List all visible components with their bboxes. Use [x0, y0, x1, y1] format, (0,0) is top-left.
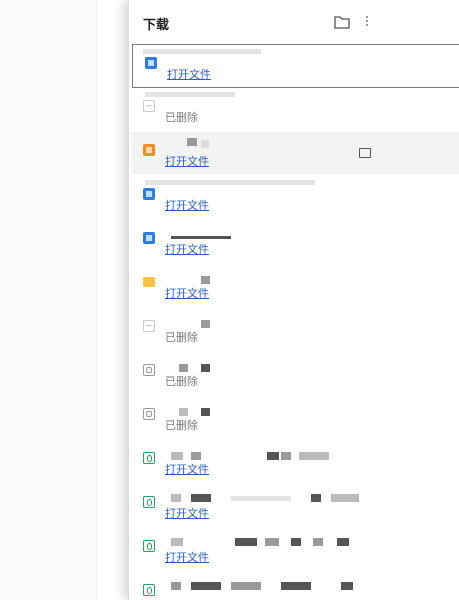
- sheet-file-icon: [143, 540, 155, 552]
- deleted-status: 已删除: [165, 419, 198, 432]
- obscured-filename: [179, 364, 188, 372]
- page-divider: [96, 0, 97, 600]
- download-item[interactable]: 打开文件: [131, 484, 459, 526]
- download-item[interactable]: 打开文件: [131, 176, 459, 218]
- archive-file-icon: [143, 408, 155, 420]
- obscured-filename: [187, 138, 197, 146]
- obscured-filename: [171, 452, 183, 460]
- obscured-filename: [145, 92, 235, 97]
- background-page: [0, 0, 96, 600]
- download-item[interactable]: 打开文件: [131, 528, 459, 570]
- obscured-filename: [201, 320, 210, 328]
- open-file-link[interactable]: 打开文件: [165, 505, 209, 521]
- obscured-filename: [171, 236, 231, 239]
- downloads-panel: 下载 打开文件 已删除 打开文件 打开文件 打开文件 打开文件 已删除 已删除 …: [128, 0, 459, 600]
- download-item[interactable]: 打开文件: [131, 264, 459, 306]
- word-file-icon: [145, 57, 157, 69]
- folder-icon[interactable]: [334, 15, 350, 29]
- open-file-link[interactable]: 打开文件: [165, 153, 209, 169]
- download-item[interactable]: 打开文件: [131, 220, 459, 262]
- deleted-file-icon: [143, 100, 155, 112]
- download-item[interactable]: 打开文件: [131, 440, 459, 482]
- download-item[interactable]: [131, 572, 459, 600]
- panel-header: 下载: [129, 0, 459, 44]
- open-file-link[interactable]: 打开文件: [165, 285, 209, 301]
- sheet-file-icon: [143, 496, 155, 508]
- folder-file-icon: [143, 277, 155, 287]
- obscured-filename: [145, 180, 315, 185]
- deleted-status: 已删除: [165, 331, 198, 344]
- obscured-filename: [201, 276, 210, 284]
- obscured-filename: [179, 408, 188, 416]
- deleted-status: 已删除: [165, 111, 198, 124]
- obscured-filename: [171, 538, 183, 546]
- open-file-link[interactable]: 打开文件: [165, 241, 209, 257]
- deleted-status: 已删除: [165, 375, 198, 388]
- obscured-filename: [143, 49, 261, 54]
- word-file-icon: [143, 188, 155, 200]
- obscured-filename: [171, 582, 181, 590]
- sheet-file-icon: [143, 452, 155, 464]
- open-file-link[interactable]: 打开文件: [165, 197, 209, 213]
- download-item[interactable]: 已删除: [131, 352, 459, 394]
- open-file-link[interactable]: 打开文件: [167, 66, 211, 82]
- ppt-file-icon: [143, 144, 155, 156]
- download-item[interactable]: 已删除: [131, 88, 459, 130]
- panel-title: 下载: [143, 18, 170, 33]
- more-icon[interactable]: [362, 14, 372, 30]
- deleted-file-icon: [143, 320, 155, 332]
- open-file-link[interactable]: 打开文件: [165, 461, 209, 477]
- archive-file-icon: [143, 364, 155, 376]
- show-in-folder-icon[interactable]: [359, 148, 371, 158]
- download-item[interactable]: 打开文件: [132, 44, 459, 88]
- obscured-filename: [171, 494, 181, 502]
- sheet-file-icon: [143, 584, 155, 596]
- download-item[interactable]: 打开文件: [131, 132, 459, 174]
- word-file-icon: [143, 232, 155, 244]
- download-item[interactable]: 已删除: [131, 396, 459, 438]
- open-file-link[interactable]: 打开文件: [165, 549, 209, 565]
- download-item[interactable]: 已删除: [131, 308, 459, 350]
